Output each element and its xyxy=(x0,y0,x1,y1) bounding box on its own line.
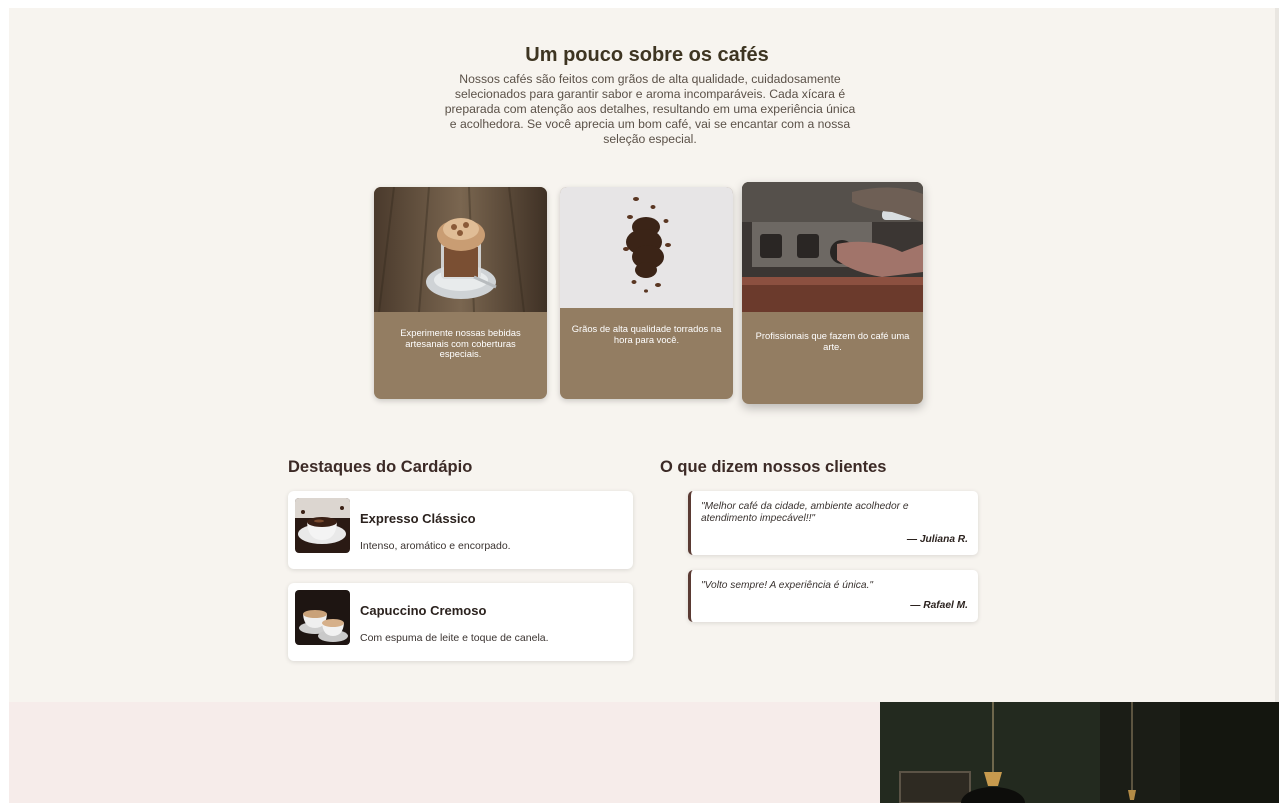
next-section xyxy=(9,702,1279,803)
testimonial-author: — Juliana R. xyxy=(906,534,968,545)
testimonials-section-title: O que dizem nossos clientes xyxy=(660,458,887,476)
feature-card-baristas[interactable]: Profissionais que fazem do café uma arte… xyxy=(742,182,923,404)
feature-caption: Profissionais que fazem do café uma arte… xyxy=(755,330,910,352)
about-title: Um pouco sobre os cafés xyxy=(525,44,769,66)
testimonial-card: "Melhor café da cidade, ambiente acolhed… xyxy=(688,491,978,555)
scrollbar-track[interactable] xyxy=(1275,8,1279,803)
page: Um pouco sobre os cafés Nossos cafés são… xyxy=(9,8,1279,803)
feature-caption: Experimente nossas bebidas artesanais co… xyxy=(400,327,521,359)
menu-item-expresso[interactable]: Expresso Clássico Intenso, aromático e e… xyxy=(288,491,633,569)
barista-espresso-machine-photo xyxy=(742,182,923,312)
about-description: Nossos cafés são feitos com grãos de alt… xyxy=(444,72,856,146)
testimonial-card: "Volto sempre! A experiência é única." —… xyxy=(688,570,978,622)
feature-caption: Grãos de alta qualidade torrados na hora… xyxy=(571,323,722,345)
menu-item-description: Intenso, aromático e encorpado. xyxy=(360,540,511,552)
cappuccino-cups-photo xyxy=(295,590,350,645)
espresso-cup-photo xyxy=(295,498,350,553)
feature-card-beans[interactable]: Grãos de alta qualidade torrados na hora… xyxy=(560,187,733,399)
menu-section-title: Destaques do Cardápio xyxy=(288,458,473,476)
cafe-interior-photo xyxy=(880,702,1279,803)
coffee-beans-photo xyxy=(560,187,733,308)
feature-card-drinks[interactable]: Experimente nossas bebidas artesanais co… xyxy=(374,187,547,399)
menu-item-description: Com espuma de leite e toque de canela. xyxy=(360,632,549,644)
menu-item-name: Expresso Clássico xyxy=(360,511,476,526)
menu-item-capuccino[interactable]: Capuccino Cremoso Com espuma de leite e … xyxy=(288,583,633,661)
iced-coffee-photo xyxy=(374,187,547,312)
menu-item-name: Capuccino Cremoso xyxy=(360,603,487,618)
testimonial-author: — Rafael M. xyxy=(910,600,968,611)
testimonial-quote: "Melhor café da cidade, ambiente acolhed… xyxy=(701,501,909,524)
testimonial-quote: "Volto sempre! A experiência é única." xyxy=(701,580,874,591)
